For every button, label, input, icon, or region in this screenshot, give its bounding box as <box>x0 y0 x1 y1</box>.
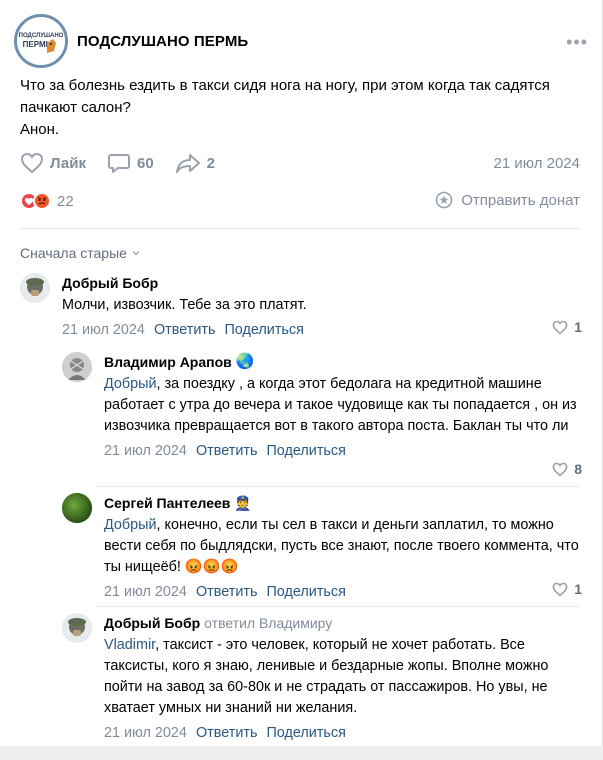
comment-author[interactable]: Добрый Бобр ответил Владимиру <box>104 613 582 633</box>
reply-button[interactable]: Ответить <box>154 322 216 338</box>
comment-text: Добрый, конечно, если ты сел в такси и д… <box>104 515 582 578</box>
mention-link[interactable]: Добрый <box>104 376 157 392</box>
comment-text: Молчи, извозчик. Тебе за это платят. <box>62 297 307 313</box>
post-actions: Лайк 60 2 21 июл 2024 <box>20 150 580 176</box>
comment-text-body: , конечно, если ты сел в такси и деньги … <box>104 517 579 575</box>
comment-like-count: 8 <box>574 461 582 477</box>
heart-icon <box>552 320 568 335</box>
group-logo-icon: ПОДСЛУШАНО ПЕРМЬ <box>17 17 65 65</box>
shares-count: 2 <box>206 154 216 172</box>
mention-link[interactable]: Vladimir <box>104 637 155 653</box>
comment-reply: Сергей Пантелеев 👮 Добрый, конечно, если… <box>62 493 582 603</box>
post-date[interactable]: 21 июл 2024 <box>494 155 580 172</box>
angry-reaction-icon <box>33 192 51 210</box>
group-name[interactable]: ПОДСЛУШАНО ПЕРМЬ <box>77 33 248 50</box>
comment-text-body: , за поездку , а когда этот бедолага на … <box>104 376 577 434</box>
comment-like-button[interactable]: 8 <box>552 461 582 477</box>
group-avatar[interactable]: ПОДСЛУШАНО ПЕРМЬ <box>14 14 68 68</box>
donate-label: Отправить донат <box>461 191 580 209</box>
share-button[interactable]: 2 <box>175 152 215 174</box>
comment-icon <box>107 154 130 173</box>
comment-like-button[interactable]: 1 <box>552 581 582 597</box>
comments-button[interactable]: 60 <box>107 152 154 174</box>
avatar[interactable] <box>20 273 50 303</box>
post-text: Что за болезнь ездить в такси сидя нога … <box>20 75 590 141</box>
donate-button[interactable]: Отправить донат <box>435 191 580 209</box>
police-officer-icon: 👮 <box>234 495 252 511</box>
divider <box>96 606 580 607</box>
heart-icon <box>552 582 568 597</box>
mention-link[interactable]: Добрый <box>104 517 157 533</box>
svg-text:ПОДСЛУШАНО: ПОДСЛУШАНО <box>19 33 64 39</box>
reply-button[interactable]: Ответить <box>196 725 258 741</box>
divider <box>96 486 580 487</box>
globe-icon: 🌏 <box>235 353 255 370</box>
comment-author[interactable]: Сергей Пантелеев 👮 <box>104 493 582 513</box>
comment-author-name: Добрый Бобр <box>104 615 201 631</box>
more-icon[interactable]: ••• <box>566 32 588 53</box>
avatar[interactable] <box>62 352 92 382</box>
post-card: ПОДСЛУШАНО ПЕРМЬ ПОДСЛУШАНО ПЕРМЬ ••• Чт… <box>0 0 603 746</box>
chevron-down-icon <box>132 251 140 256</box>
share-comment-button[interactable]: Поделиться <box>266 443 345 459</box>
comments-sort-dropdown[interactable]: Сначала старые <box>20 245 141 261</box>
share-comment-button[interactable]: Поделиться <box>266 584 345 600</box>
heart-icon <box>552 462 568 477</box>
comment-date[interactable]: 21 июл 2024 <box>104 584 187 600</box>
donate-icon <box>435 191 453 209</box>
like-button[interactable]: Лайк <box>20 152 86 174</box>
comment-author[interactable]: Владимир Арапов 🌏 <box>104 352 582 372</box>
reply-button[interactable]: Ответить <box>196 584 258 600</box>
reply-button[interactable]: Ответить <box>196 443 258 459</box>
post-text-line: Анон. <box>20 121 60 138</box>
comment-reply: Владимир Арапов 🌏 Добрый, за поездку , а… <box>62 352 582 482</box>
comments-sort-label: Сначала старые <box>20 245 127 261</box>
avatar[interactable] <box>62 493 92 523</box>
share-icon <box>175 154 200 173</box>
comment-date[interactable]: 21 июл 2024 <box>62 322 145 338</box>
post-header: ПОДСЛУШАНО ПЕРМЬ ПОДСЛУШАНО ПЕРМЬ ••• <box>14 14 588 68</box>
post-text-line: пачкают салон? <box>20 99 131 116</box>
comment-text: Добрый, за поездку , а когда этот бедола… <box>104 374 582 437</box>
comment-author-name: Владимир Арапов <box>104 354 232 370</box>
comment-like-button[interactable]: 1 <box>552 319 582 335</box>
comment-date[interactable]: 21 июл 2024 <box>104 443 187 459</box>
comment-reply: Добрый Бобр ответил Владимиру Vladimir, … <box>62 613 582 743</box>
comment-like-count: 1 <box>574 319 582 335</box>
comment-like-count: 1 <box>574 581 582 597</box>
comment-text: Vladimir, таксист - это человек, который… <box>104 635 582 719</box>
like-label: Лайк <box>50 154 86 172</box>
reactions-count: 22 <box>57 192 74 210</box>
comment-text-body: , таксист - это человек, который не хоче… <box>104 637 549 716</box>
comment-author[interactable]: Добрый Бобр <box>62 273 582 293</box>
reply-to-label[interactable]: ответил Владимиру <box>204 613 332 633</box>
share-comment-button[interactable]: Поделиться <box>224 322 303 338</box>
comments-count: 60 <box>136 154 154 172</box>
reactions-summary[interactable]: 22 <box>20 190 74 212</box>
comment-author-name: Сергей Пантелеев <box>104 495 231 511</box>
avatar[interactable] <box>62 613 92 643</box>
heart-icon <box>20 152 44 174</box>
comment: Добрый Бобр Молчи, извозчик. Тебе за это… <box>20 273 582 343</box>
post-text-line: Что за болезнь ездить в такси сидя нога … <box>20 77 550 94</box>
divider <box>20 228 580 229</box>
share-comment-button[interactable]: Поделиться <box>266 725 345 741</box>
comment-date[interactable]: 21 июл 2024 <box>104 725 187 741</box>
